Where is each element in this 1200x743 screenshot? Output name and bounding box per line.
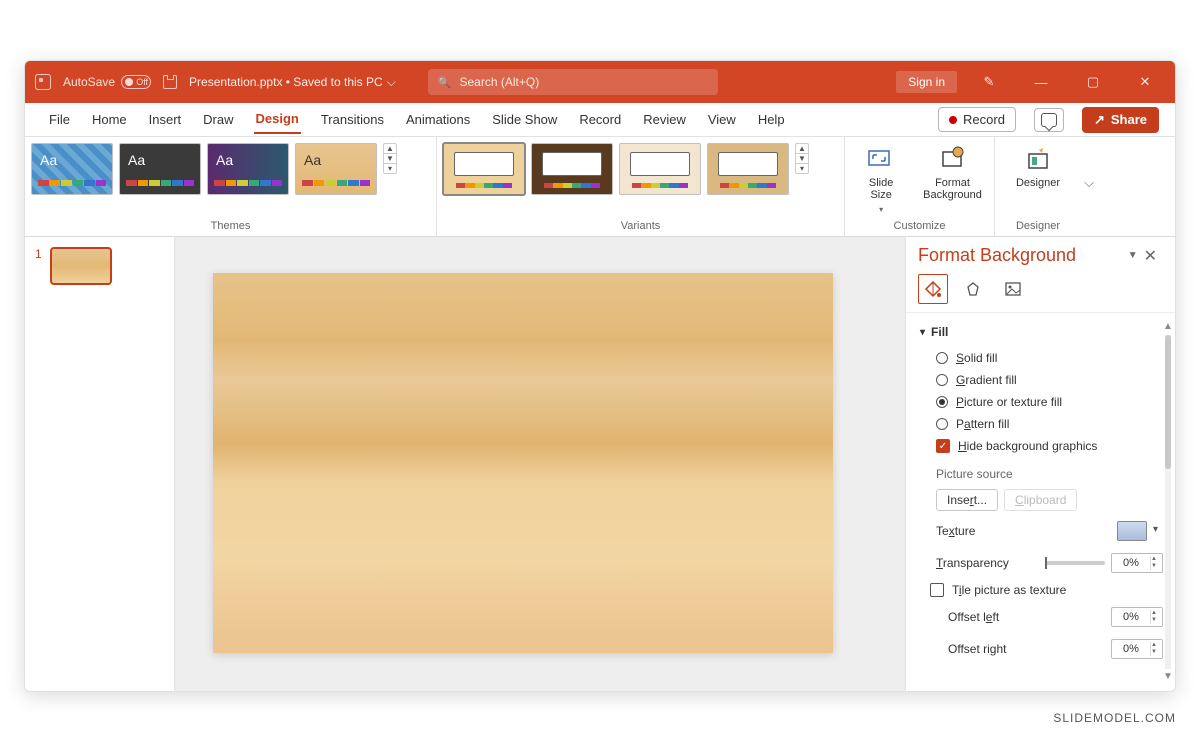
group-label-customize: Customize bbox=[851, 218, 988, 234]
doc-title-text: Presentation.pptx • Saved to this PC bbox=[189, 75, 383, 89]
search-icon bbox=[438, 75, 452, 89]
workspace: 1 Format Background ▼ ✕ ▾Fill Solid fill bbox=[25, 237, 1175, 691]
title-bar: AutoSave Off Presentation.pptx • Saved t… bbox=[25, 61, 1175, 103]
tab-review[interactable]: Review bbox=[641, 106, 688, 133]
variant-thumb[interactable] bbox=[443, 143, 525, 195]
sign-in-button[interactable]: Sign in bbox=[896, 71, 957, 93]
comment-icon bbox=[1041, 113, 1057, 127]
tab-home[interactable]: Home bbox=[90, 106, 129, 133]
pane-tab-fill[interactable] bbox=[918, 274, 948, 304]
tab-draw[interactable]: Draw bbox=[201, 106, 235, 133]
radio-solid-fill[interactable]: Solid fill bbox=[920, 347, 1171, 369]
search-box[interactable]: Search (Alt+Q) bbox=[428, 69, 718, 95]
tab-record[interactable]: Record bbox=[577, 106, 623, 133]
tab-help[interactable]: Help bbox=[756, 106, 787, 133]
save-icon[interactable] bbox=[163, 75, 177, 89]
app-icon bbox=[35, 74, 51, 90]
pane-tab-picture[interactable] bbox=[998, 274, 1028, 304]
record-button[interactable]: Record bbox=[938, 107, 1016, 132]
pane-close-button[interactable]: ✕ bbox=[1138, 246, 1163, 266]
tab-animations[interactable]: Animations bbox=[404, 106, 472, 133]
theme-thumb[interactable]: Aa bbox=[207, 143, 289, 195]
slide-size-button[interactable]: Slide Size▾ bbox=[851, 143, 911, 216]
fill-section-header[interactable]: ▾Fill bbox=[920, 321, 1171, 347]
offset-right-value[interactable]: 0%▲▼ bbox=[1111, 639, 1163, 659]
themes-gallery-control[interactable]: ▲▼▾ bbox=[383, 143, 397, 174]
group-label-variants: Variants bbox=[443, 218, 838, 234]
format-background-pane: Format Background ▼ ✕ ▾Fill Solid fill G… bbox=[905, 237, 1175, 691]
tab-transitions[interactable]: Transitions bbox=[319, 106, 386, 133]
group-label-designer: Designer bbox=[1001, 218, 1075, 234]
comments-button[interactable] bbox=[1034, 108, 1064, 132]
texture-label: Texture bbox=[936, 524, 1111, 538]
variant-thumb[interactable] bbox=[619, 143, 701, 195]
slide-canvas-area[interactable] bbox=[175, 237, 905, 691]
slide-thumbnails: 1 bbox=[25, 237, 175, 691]
offset-left-label: Offset left bbox=[948, 610, 1105, 624]
variant-thumb[interactable] bbox=[707, 143, 789, 195]
watermark: SLIDEMODEL.COM bbox=[1053, 711, 1176, 725]
ribbon: Aa Aa Aa Aa ▲▼▾ Themes ▲▼▾ Variants bbox=[25, 137, 1175, 237]
close-button[interactable]: ✕ bbox=[1125, 74, 1165, 90]
variants-gallery-control[interactable]: ▲▼▾ bbox=[795, 143, 809, 174]
document-title[interactable]: Presentation.pptx • Saved to this PC ⌵ bbox=[189, 75, 396, 90]
autosave-label: AutoSave bbox=[63, 75, 115, 89]
thumbnail-number: 1 bbox=[35, 247, 42, 285]
group-label-themes: Themes bbox=[31, 218, 430, 234]
transparency-slider[interactable] bbox=[1045, 561, 1105, 565]
thumbnail[interactable] bbox=[50, 247, 112, 285]
maximize-button[interactable]: ▢ bbox=[1073, 74, 1113, 90]
share-button[interactable]: Share bbox=[1082, 107, 1159, 133]
minimize-button[interactable]: — bbox=[1021, 75, 1061, 90]
tab-view[interactable]: View bbox=[706, 106, 738, 133]
tab-file[interactable]: File bbox=[47, 106, 72, 133]
tab-design[interactable]: Design bbox=[254, 105, 301, 134]
slide[interactable] bbox=[213, 273, 833, 653]
texture-picker[interactable] bbox=[1117, 521, 1147, 541]
slide-size-icon bbox=[867, 145, 895, 173]
transparency-value[interactable]: 0%▲▼ bbox=[1111, 553, 1163, 573]
picture-source-label: Picture source bbox=[920, 457, 1171, 487]
offset-left-value[interactable]: 0%▲▼ bbox=[1111, 607, 1163, 627]
format-background-button[interactable]: Format Background bbox=[917, 143, 988, 203]
radio-gradient-fill[interactable]: Gradient fill bbox=[920, 369, 1171, 391]
transparency-label: Transparency bbox=[936, 556, 1039, 570]
pane-tab-effects[interactable] bbox=[958, 274, 988, 304]
ribbon-tabs: File Home Insert Draw Design Transitions… bbox=[25, 103, 1175, 137]
record-dot-icon bbox=[949, 116, 957, 124]
autosave-toggle[interactable]: AutoSave Off bbox=[63, 75, 151, 89]
check-tile-texture[interactable]: Tile picture as texture bbox=[920, 579, 1171, 601]
designer-icon bbox=[1024, 145, 1052, 173]
thumbnail-slot[interactable]: 1 bbox=[35, 247, 164, 285]
pen-icon[interactable]: ✎ bbox=[969, 74, 1009, 90]
variant-thumb[interactable] bbox=[531, 143, 613, 195]
collapse-ribbon-button[interactable]: ⌵ bbox=[1081, 175, 1097, 199]
pane-scrollbar[interactable]: ▲ ▼ bbox=[1163, 321, 1173, 683]
tab-slideshow[interactable]: Slide Show bbox=[490, 106, 559, 133]
radio-pattern-fill[interactable]: Pattern fill bbox=[920, 413, 1171, 435]
check-hide-graphics[interactable]: ✓Hide background graphics bbox=[920, 435, 1171, 457]
pane-title: Format Background bbox=[918, 245, 1128, 266]
theme-thumb[interactable]: Aa bbox=[31, 143, 113, 195]
toggle-off-icon[interactable]: Off bbox=[121, 75, 151, 89]
radio-picture-fill[interactable]: Picture or texture fill bbox=[920, 391, 1171, 413]
format-background-icon bbox=[939, 145, 967, 173]
pane-menu-button[interactable]: ▼ bbox=[1128, 250, 1138, 261]
designer-button[interactable]: Designer bbox=[1008, 143, 1068, 191]
theme-thumb[interactable]: Aa bbox=[295, 143, 377, 195]
chevron-down-icon: ⌵ bbox=[387, 75, 396, 90]
offset-right-label: Offset right bbox=[948, 642, 1105, 656]
clipboard-button: Clipboard bbox=[1004, 489, 1077, 511]
search-placeholder: Search (Alt+Q) bbox=[460, 75, 540, 89]
insert-picture-button[interactable]: Insert... bbox=[936, 489, 998, 511]
theme-thumb[interactable]: Aa bbox=[119, 143, 201, 195]
tab-insert[interactable]: Insert bbox=[147, 106, 184, 133]
share-icon bbox=[1094, 112, 1105, 128]
